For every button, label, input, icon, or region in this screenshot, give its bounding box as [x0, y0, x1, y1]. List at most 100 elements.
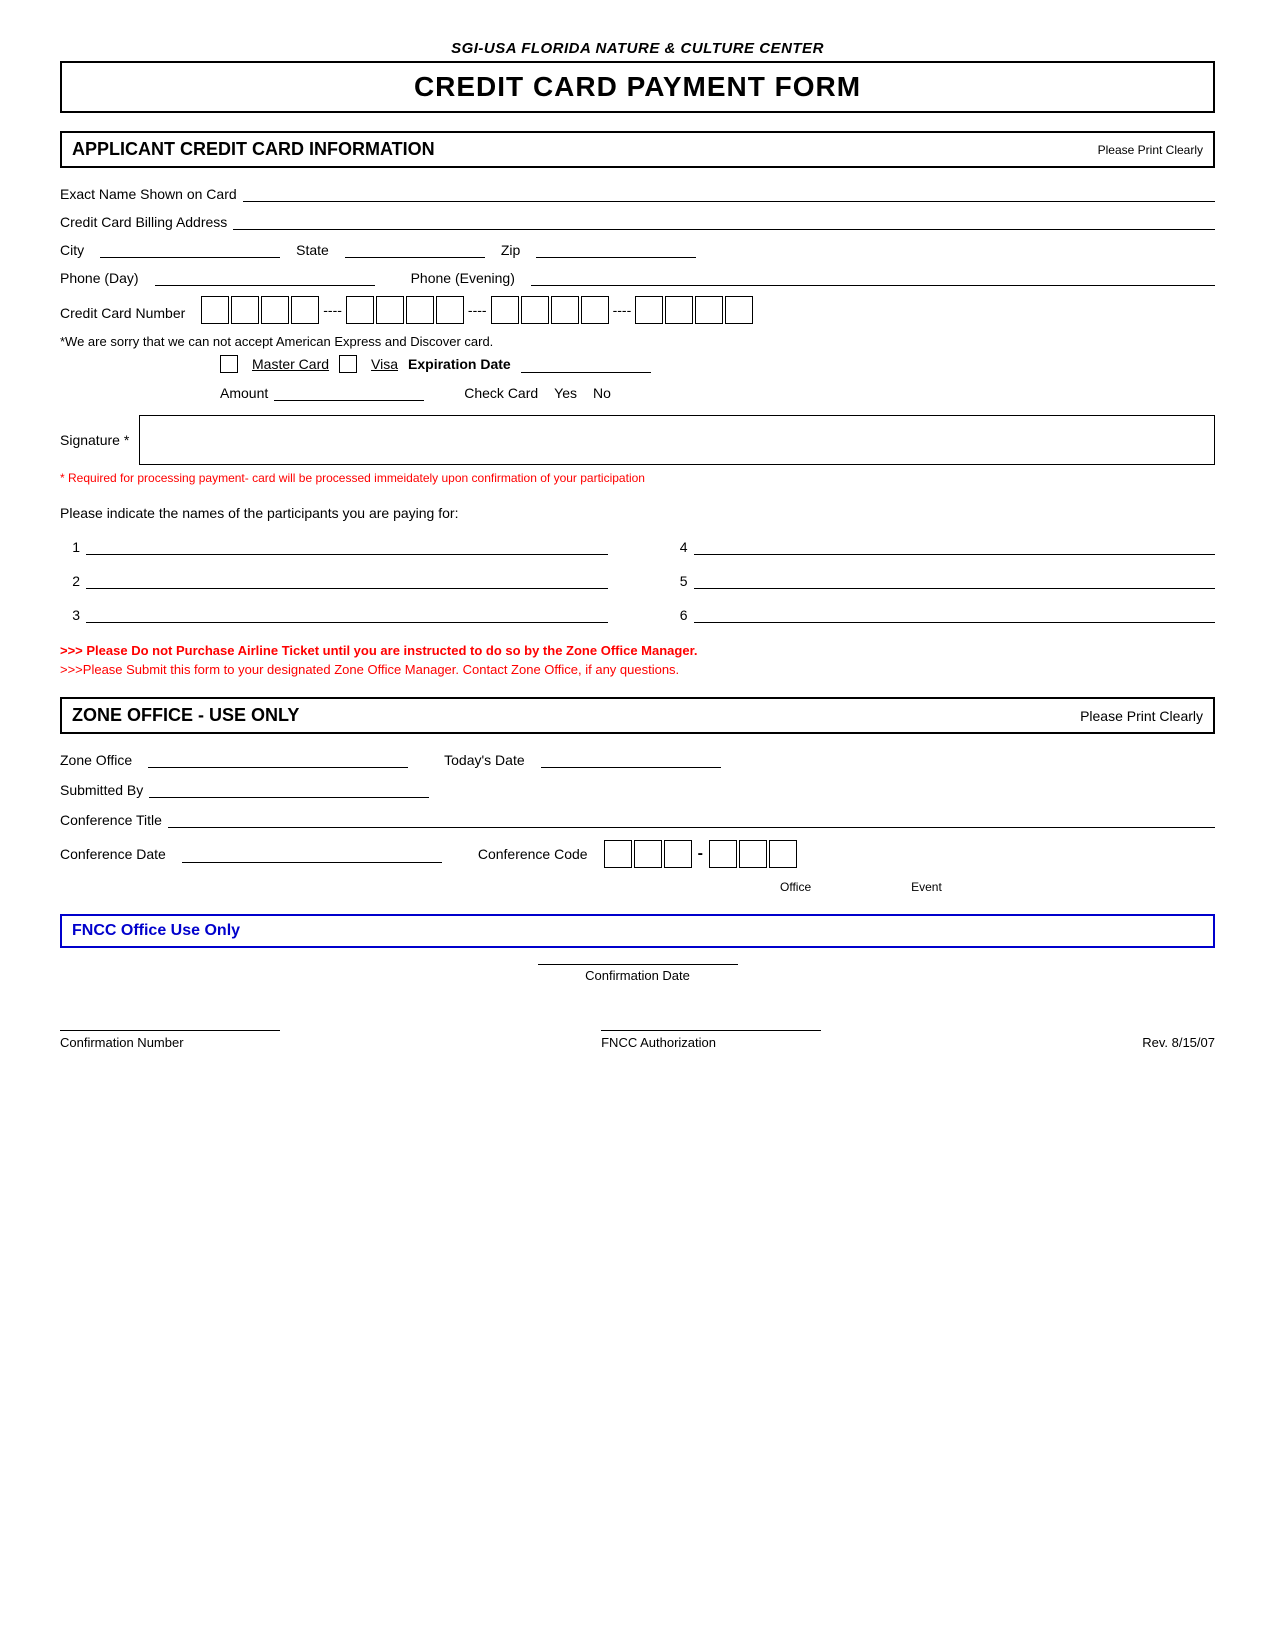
participant-number-2: 2 — [60, 573, 80, 589]
code-box-5[interactable] — [739, 840, 767, 868]
conference-code-label: Conference Code — [478, 846, 588, 862]
zip-label: Zip — [501, 242, 520, 258]
zone-office-label: Zone Office — [60, 752, 132, 768]
amount-field[interactable] — [274, 383, 424, 401]
city-field[interactable] — [100, 240, 280, 258]
todays-date-field[interactable] — [541, 750, 721, 768]
signature-box[interactable] — [139, 415, 1215, 465]
participant-field-6[interactable] — [694, 605, 1216, 623]
code-box-2[interactable] — [634, 840, 662, 868]
zone-office-row: Zone Office Today's Date — [60, 750, 1215, 768]
participant-row-2: 2 — [60, 571, 608, 589]
zone-print-clearly: Please Print Clearly — [1080, 708, 1203, 724]
exact-name-field[interactable] — [243, 184, 1215, 202]
submitted-by-label: Submitted By — [60, 782, 143, 798]
cc-box-7[interactable] — [406, 296, 434, 324]
cc-box-13[interactable] — [635, 296, 663, 324]
phone-day-field[interactable] — [155, 268, 375, 286]
cc-box-15[interactable] — [695, 296, 723, 324]
applicant-print-clearly: Please Print Clearly — [1098, 143, 1203, 157]
participant-field-2[interactable] — [86, 571, 608, 589]
phone-evening-field[interactable] — [531, 268, 1215, 286]
billing-address-row: Credit Card Billing Address — [60, 212, 1215, 230]
check-card-label: Check Card — [464, 385, 538, 401]
cc-box-8[interactable] — [436, 296, 464, 324]
confirmation-date-label: Confirmation Date — [585, 968, 690, 983]
cc-box-1[interactable] — [201, 296, 229, 324]
expiration-label: Expiration Date — [408, 356, 511, 372]
participant-field-5[interactable] — [694, 571, 1216, 589]
amount-label: Amount — [220, 385, 268, 401]
cc-box-4[interactable] — [291, 296, 319, 324]
yes-label: Yes — [554, 385, 577, 401]
airline-warning: >>> Please Do not Purchase Airline Ticke… — [60, 643, 1215, 658]
cc-dash-3: ---- — [613, 302, 632, 318]
confirmation-date-line[interactable] — [538, 964, 738, 965]
state-field[interactable] — [345, 240, 485, 258]
required-note: * Required for processing payment- card … — [60, 471, 1215, 485]
cc-box-6[interactable] — [376, 296, 404, 324]
zone-office-field[interactable] — [148, 750, 408, 768]
participant-field-4[interactable] — [694, 537, 1216, 555]
participants-intro: Please indicate the names of the partici… — [60, 505, 1215, 521]
org-title: SGI-USA FLORIDA NATURE & CULTURE CENTER — [60, 40, 1215, 57]
code-box-3[interactable] — [664, 840, 692, 868]
participant-row-6: 6 — [668, 605, 1216, 623]
code-box-6[interactable] — [769, 840, 797, 868]
submitted-by-row: Submitted By — [60, 780, 1215, 798]
conference-title-field[interactable] — [168, 810, 1215, 828]
participant-number-4: 4 — [668, 539, 688, 555]
cc-dash-2: ---- — [468, 302, 487, 318]
todays-date-label: Today's Date — [444, 752, 525, 768]
zone-section-title: ZONE OFFICE - USE ONLY — [72, 705, 299, 726]
fncc-auth-line[interactable] — [601, 1013, 821, 1031]
participant-field-1[interactable] — [86, 537, 608, 555]
code-box-4[interactable] — [709, 840, 737, 868]
participant-row-5: 5 — [668, 571, 1216, 589]
submitted-by-field[interactable] — [149, 780, 429, 798]
confirmation-number-block: Confirmation Number — [60, 1013, 280, 1050]
visa-checkbox[interactable] — [339, 355, 357, 373]
conference-date-code-row: Conference Date Conference Code - — [60, 840, 1215, 868]
cc-box-12[interactable] — [581, 296, 609, 324]
zone-section-header: ZONE OFFICE - USE ONLY Please Print Clea… — [60, 697, 1215, 734]
confirmation-number-line[interactable] — [60, 1013, 280, 1031]
fncc-auth-block: FNCC Authorization — [601, 1013, 821, 1050]
participant-number-3: 3 — [60, 607, 80, 623]
office-label: Office — [780, 880, 811, 894]
cc-box-16[interactable] — [725, 296, 753, 324]
participant-field-3[interactable] — [86, 605, 608, 623]
office-event-labels: Office Event — [780, 880, 1215, 894]
exact-name-row: Exact Name Shown on Card — [60, 184, 1215, 202]
amount-row: Amount Check Card Yes No — [220, 383, 1215, 401]
cc-dash-1: ---- — [323, 302, 342, 318]
rev-block: Rev. 8/15/07 — [1142, 1035, 1215, 1050]
fncc-auth-label: FNCC Authorization — [601, 1035, 821, 1050]
state-label: State — [296, 242, 329, 258]
cc-box-2[interactable] — [231, 296, 259, 324]
fncc-title: FNCC Office Use Only — [72, 922, 240, 939]
conference-date-field[interactable] — [182, 845, 442, 863]
billing-address-field[interactable] — [233, 212, 1215, 230]
cc-box-11[interactable] — [551, 296, 579, 324]
amount-section: Amount — [220, 383, 424, 401]
cc-number-boxes: ---- ---- ---- — [201, 296, 753, 324]
cc-box-3[interactable] — [261, 296, 289, 324]
confirmation-date-section: Confirmation Date — [60, 964, 1215, 983]
cc-box-9[interactable] — [491, 296, 519, 324]
billing-address-label: Credit Card Billing Address — [60, 214, 227, 230]
conf-bottom-row: Confirmation Number FNCC Authorization R… — [60, 1013, 1215, 1050]
participant-number-5: 5 — [668, 573, 688, 589]
cc-box-5[interactable] — [346, 296, 374, 324]
cc-box-14[interactable] — [665, 296, 693, 324]
participant-row-3: 3 — [60, 605, 608, 623]
no-label: No — [593, 385, 611, 401]
phone-row: Phone (Day) Phone (Evening) — [60, 268, 1215, 286]
expiration-field[interactable] — [521, 355, 651, 373]
event-label: Event — [911, 880, 942, 894]
code-box-1[interactable] — [604, 840, 632, 868]
cc-box-10[interactable] — [521, 296, 549, 324]
applicant-section-title: APPLICANT CREDIT CARD INFORMATION — [72, 139, 435, 160]
zip-field[interactable] — [536, 240, 696, 258]
mastercard-checkbox[interactable] — [220, 355, 238, 373]
